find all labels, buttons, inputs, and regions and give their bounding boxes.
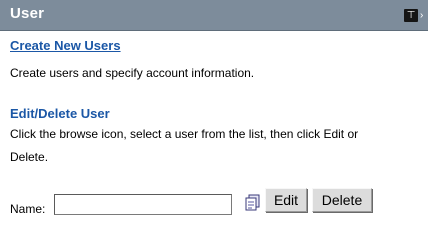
create-new-users-link[interactable]: Create New Users (10, 38, 121, 53)
name-label: Name: (10, 202, 46, 216)
panel-titlebar: User ⊤ › (0, 0, 428, 31)
close-icon[interactable]: › (420, 9, 428, 22)
create-users-description: Create users and specify account informa… (10, 66, 255, 80)
delete-button[interactable]: Delete (312, 188, 372, 212)
edit-instructions-line1: Click the browse icon, select a user fro… (10, 127, 359, 141)
name-input[interactable] (54, 194, 232, 215)
collapse-icon[interactable]: ⊤ (404, 9, 418, 22)
edit-button[interactable]: Edit (265, 188, 307, 212)
browse-icon[interactable] (245, 194, 261, 211)
edit-delete-heading: Edit/Delete User (10, 106, 110, 121)
edit-instructions-line2: Delete. (10, 150, 49, 164)
panel-title: User (10, 5, 45, 22)
user-panel: User ⊤ › Create New Users Create users a… (0, 0, 428, 241)
